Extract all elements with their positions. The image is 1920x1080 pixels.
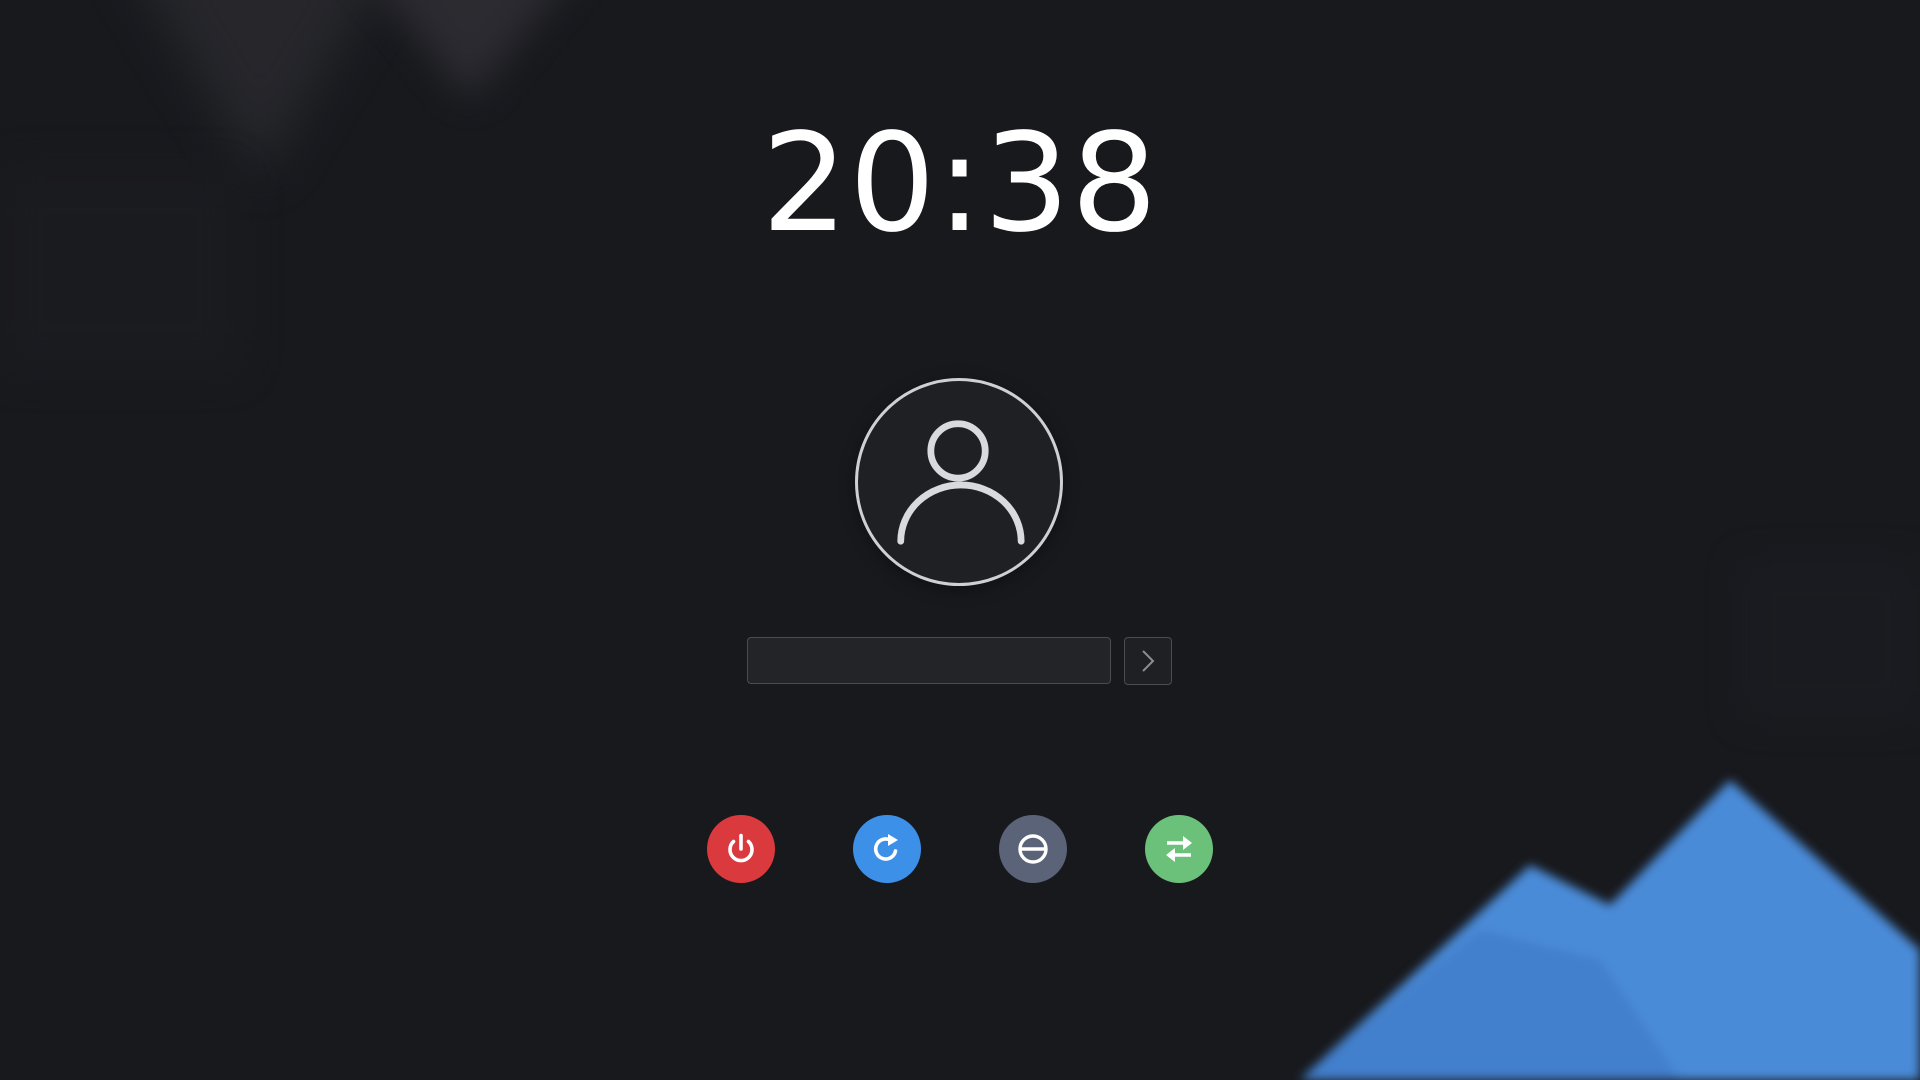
user-avatar — [855, 378, 1063, 586]
lock-screen: 20:38 — [0, 0, 1920, 1080]
block-icon — [1018, 834, 1048, 864]
background-ghost-right — [1740, 560, 1920, 720]
user-avatar-icon — [897, 420, 1025, 545]
refresh-icon — [873, 834, 898, 861]
shutdown-button[interactable] — [707, 815, 775, 883]
reboot-button[interactable] — [853, 815, 921, 883]
suspend-button[interactable] — [999, 815, 1067, 883]
chevron-right-icon — [1142, 650, 1155, 672]
background-blue-mountain — [1300, 750, 1920, 1080]
power-icon — [728, 833, 754, 863]
background-shape-top — [340, 0, 600, 100]
login-submit-button[interactable] — [1124, 637, 1172, 685]
swap-arrows-icon — [1166, 836, 1192, 862]
switch-user-button[interactable] — [1145, 815, 1213, 883]
clock-time: 20:38 — [761, 105, 1159, 263]
password-input[interactable] — [747, 637, 1111, 684]
